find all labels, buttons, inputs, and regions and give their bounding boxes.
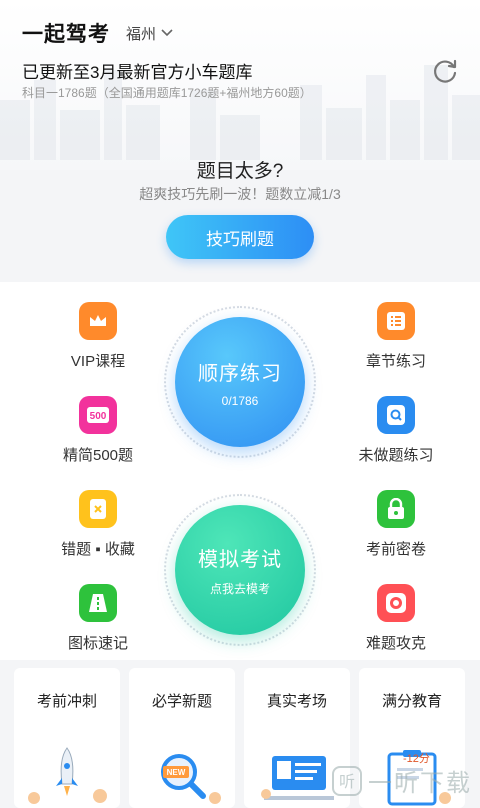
lock-icon bbox=[377, 490, 415, 528]
sequence-progress: 0/1786 bbox=[221, 393, 259, 408]
real-exam-card-title: 真实考场 bbox=[266, 693, 327, 710]
wrong-note-icon bbox=[79, 490, 117, 528]
crown-icon bbox=[79, 302, 117, 340]
rocket-icon bbox=[28, 747, 107, 804]
full-score-card-title: 满分教育 bbox=[381, 693, 442, 710]
pre-exam-paper-label: 考前密卷 bbox=[365, 541, 426, 558]
sign-memory-item[interactable]: 图标速记 bbox=[38, 584, 158, 653]
sequence-practice-button[interactable]: 顺序练习 0/1786 bbox=[175, 317, 305, 447]
refresh-icon[interactable] bbox=[430, 56, 460, 86]
new-questions-card-title: 必学新题 bbox=[151, 693, 212, 710]
undone-practice-item[interactable]: 未做题练习 bbox=[336, 396, 456, 465]
svg-text:NEW: NEW bbox=[167, 768, 186, 777]
app-title: 一起驾考 bbox=[22, 23, 110, 46]
undone-practice-label: 未做题练习 bbox=[358, 447, 434, 464]
city-label: 福州 bbox=[126, 25, 157, 43]
watermark: 听 一听下载 bbox=[332, 763, 472, 798]
simplified-500-label: 精简500题 bbox=[62, 447, 134, 464]
svg-text:500: 500 bbox=[90, 411, 107, 422]
mock-title: 模拟考试 bbox=[198, 549, 282, 571]
simplified-500-item[interactable]: 500 精简500题 bbox=[38, 396, 158, 465]
mock-exam-button[interactable]: 模拟考试 点我去模考 bbox=[175, 505, 305, 635]
watermark-text: 一听下载 bbox=[368, 770, 472, 797]
wrong-favorites-label: 错题 ▪ 收藏 bbox=[61, 541, 135, 558]
svg-text:听: 听 bbox=[339, 772, 355, 791]
promo-title: 题目太多? bbox=[196, 161, 284, 182]
hard-questions-item[interactable]: 难题攻克 bbox=[336, 584, 456, 653]
practice-panel: VIP课程 500 精简500题 错题 ▪ 收藏 图标速记 章节练习 未做题练习 bbox=[0, 282, 480, 660]
vip-course-item[interactable]: VIP课程 bbox=[38, 302, 158, 371]
sequence-title: 顺序练习 bbox=[198, 362, 282, 385]
chevron-down-icon bbox=[161, 29, 173, 37]
road-sign-icon bbox=[79, 584, 117, 622]
update-subtitle: 科目一1786题（全国通用题库1726题+福州地方60题） bbox=[22, 86, 312, 100]
sprint-card-title: 考前冲刺 bbox=[36, 693, 97, 710]
mock-subtitle: 点我去模考 bbox=[209, 582, 270, 596]
update-title: 已更新至3月最新官方小车题库 bbox=[22, 63, 253, 82]
pre-exam-paper-item[interactable]: 考前密卷 bbox=[336, 490, 456, 559]
list-icon bbox=[377, 302, 415, 340]
promo-subtitle: 超爽技巧先刷一波！题数立减1/3 bbox=[139, 186, 341, 202]
watermark-logo-icon: 听 bbox=[332, 765, 362, 796]
skill-practice-button[interactable]: 技巧刷题 bbox=[166, 215, 314, 259]
new-questions-card[interactable]: 必学新题 NEW bbox=[129, 668, 235, 808]
vip-course-label: VIP课程 bbox=[70, 353, 126, 370]
hard-questions-label: 难题攻克 bbox=[365, 635, 426, 652]
sprint-card[interactable]: 考前冲刺 bbox=[14, 668, 120, 808]
city-selector[interactable]: 福州 bbox=[126, 23, 174, 44]
wrong-favorites-item[interactable]: 错题 ▪ 收藏 bbox=[38, 490, 158, 559]
sign-memory-label: 图标速记 bbox=[67, 635, 128, 652]
search-doc-icon bbox=[377, 396, 415, 434]
header: 一起驾考 福州 已更新至3月最新官方小车题库 科目一1786题（全国通用题库17… bbox=[0, 0, 480, 170]
500-badge-icon: 500 bbox=[79, 396, 117, 434]
target-icon bbox=[377, 584, 415, 622]
new-magnifier-icon: NEW bbox=[161, 754, 221, 804]
chapter-practice-label: 章节练习 bbox=[365, 353, 426, 370]
chapter-practice-item[interactable]: 章节练习 bbox=[336, 302, 456, 371]
